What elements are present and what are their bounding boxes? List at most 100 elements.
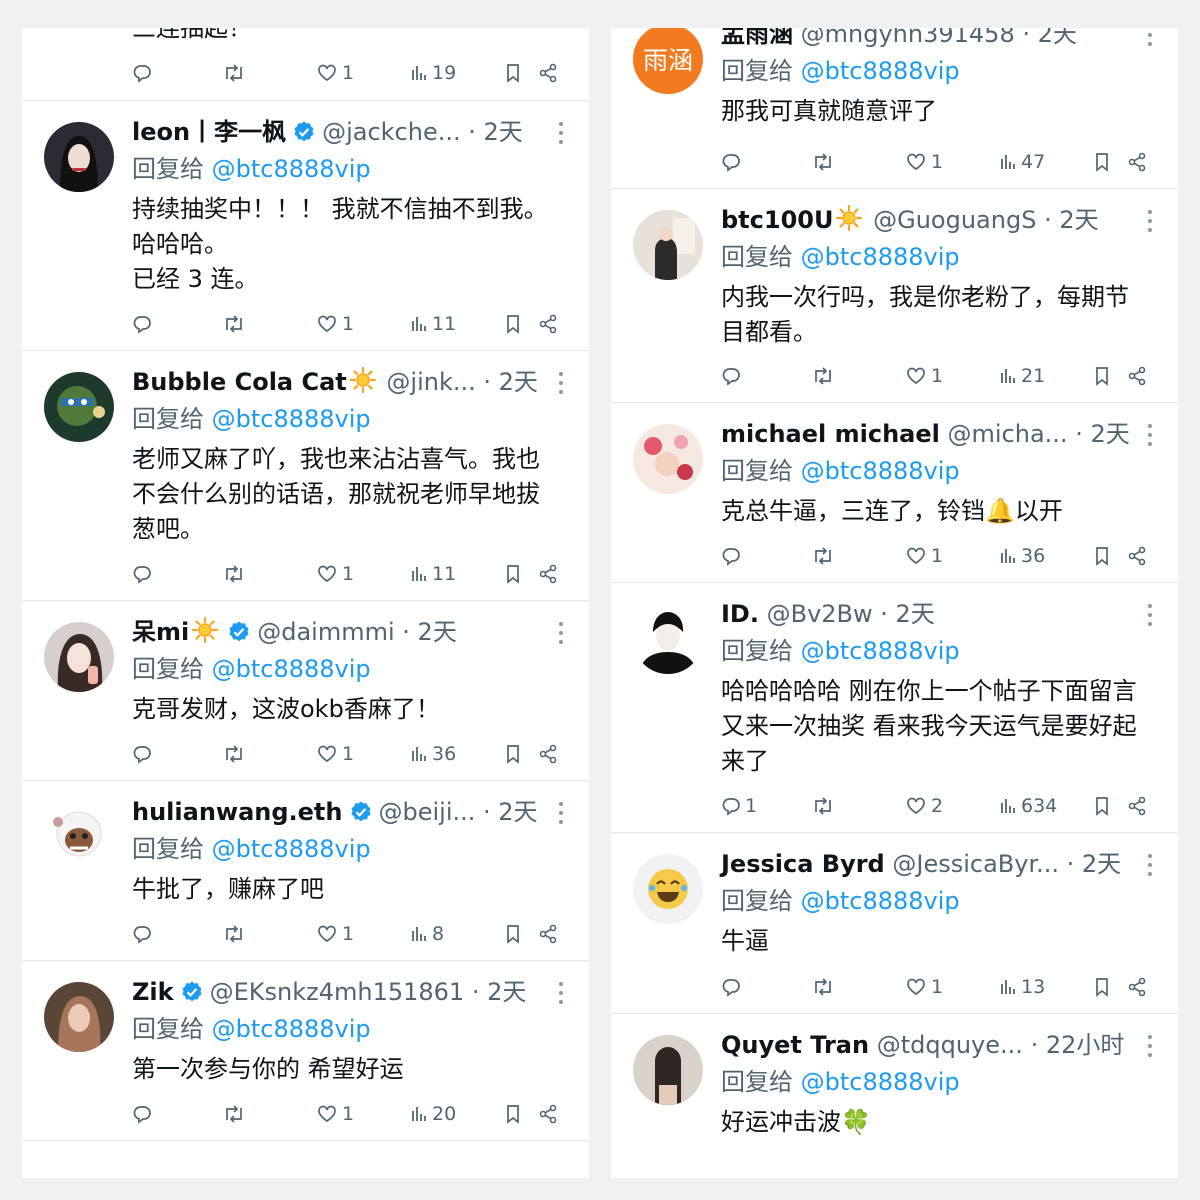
timestamp[interactable]: · 2天 [1022, 28, 1077, 48]
like-button[interactable]: 1 [316, 1100, 354, 1128]
user-handle[interactable]: @jink... [386, 368, 475, 396]
display-name[interactable]: hulianwang.eth [132, 798, 343, 826]
share-button[interactable] [1127, 973, 1147, 1001]
retweet-button[interactable] [811, 792, 835, 820]
share-button[interactable] [538, 920, 558, 948]
reply-button[interactable] [132, 920, 152, 948]
tweet-reply[interactable]: Zik @EKsnkz4mh151861 · 2天 回复给 @btc8888vip… [22, 960, 589, 1141]
display-name[interactable]: michael michael [721, 420, 940, 448]
retweet-button[interactable] [811, 362, 835, 390]
tweet-reply[interactable]: Bubble Cola Cat @jink... · 2天 回复给 @btc88… [22, 350, 589, 601]
views-button[interactable]: 11 [410, 560, 456, 588]
more-options-button[interactable] [557, 120, 565, 146]
avatar[interactable]: 雨涵 [633, 28, 703, 94]
display-name[interactable]: ID. [721, 600, 759, 628]
retweet-button[interactable] [222, 310, 246, 338]
bookmark-button[interactable] [1093, 542, 1111, 570]
reply-button[interactable] [721, 542, 741, 570]
user-handle[interactable]: @Bv2Bw [767, 600, 873, 628]
tweet-reply[interactable]: hulianwang.eth @beiji... · 2天 回复给 @btc888… [22, 780, 589, 961]
reply-button[interactable] [132, 59, 152, 87]
share-button[interactable] [538, 310, 558, 338]
timestamp[interactable]: · 2天 [472, 978, 527, 1006]
tweet-reply[interactable]: 雨涵 孟雨涵 @mngyhn391458 · 2天 回复给 @btc8888vi… [611, 28, 1178, 189]
bookmark-button[interactable] [504, 740, 522, 768]
views-button[interactable]: 20 [410, 1100, 456, 1128]
share-button[interactable] [538, 1100, 558, 1128]
share-button[interactable] [538, 740, 558, 768]
share-button[interactable] [538, 59, 558, 87]
reply-to-handle[interactable]: @btc8888vip [212, 1015, 371, 1043]
like-button[interactable]: 1 [905, 362, 943, 390]
tweet-partial[interactable]: 三连抽起！ 1 19 [22, 28, 589, 101]
user-handle[interactable]: @jackche... [322, 118, 461, 146]
display-name[interactable]: 呆mi [132, 618, 189, 646]
share-button[interactable] [1127, 362, 1147, 390]
reply-to-handle[interactable]: @btc8888vip [801, 57, 960, 85]
views-button[interactable]: 36 [410, 740, 456, 768]
more-options-button[interactable] [557, 800, 565, 826]
share-button[interactable] [1127, 542, 1147, 570]
display-name[interactable]: Quyet Tran [721, 1031, 869, 1059]
timestamp[interactable]: · 2天 [880, 600, 935, 628]
views-button[interactable]: 634 [999, 792, 1057, 820]
avatar[interactable] [633, 854, 703, 924]
timestamp[interactable]: · 2天 [1044, 206, 1099, 234]
bookmark-button[interactable] [504, 310, 522, 338]
tweet-reply[interactable]: btc100U @GuoguangS · 2天 回复给 @btc8888vip … [611, 188, 1178, 403]
bookmark-button[interactable] [504, 1100, 522, 1128]
more-options-button[interactable] [1146, 208, 1154, 234]
more-options-button[interactable] [1146, 1033, 1154, 1059]
reply-to-handle[interactable]: @btc8888vip [212, 155, 371, 183]
reply-button[interactable] [132, 560, 152, 588]
avatar[interactable] [44, 372, 114, 442]
more-options-button[interactable] [1146, 422, 1154, 448]
share-button[interactable] [1127, 792, 1147, 820]
retweet-button[interactable] [222, 560, 246, 588]
views-button[interactable]: 11 [410, 310, 456, 338]
tweet-reply[interactable]: 呆mi @daimmmi · 2天 回复给 @btc8888vip 克哥发财，这波… [22, 600, 589, 781]
timestamp[interactable]: · 2天 [402, 618, 457, 646]
like-button[interactable]: 1 [316, 560, 354, 588]
retweet-button[interactable] [222, 740, 246, 768]
reply-button[interactable] [721, 362, 741, 390]
avatar[interactable] [44, 802, 114, 872]
reply-button[interactable] [721, 973, 741, 1001]
bookmark-button[interactable] [1093, 973, 1111, 1001]
display-name[interactable]: btc100U [721, 206, 833, 234]
views-button[interactable]: 8 [410, 920, 444, 948]
like-button[interactable]: 1 [905, 973, 943, 1001]
bookmark-button[interactable] [504, 59, 522, 87]
avatar[interactable] [633, 604, 703, 674]
retweet-button[interactable] [222, 59, 246, 87]
share-button[interactable] [1127, 148, 1147, 176]
views-button[interactable]: 36 [999, 542, 1045, 570]
user-handle[interactable]: @JessicaByr... [892, 850, 1059, 878]
retweet-button[interactable] [222, 1100, 246, 1128]
reply-to-handle[interactable]: @btc8888vip [801, 457, 960, 485]
avatar[interactable] [633, 424, 703, 494]
views-button[interactable]: 21 [999, 362, 1045, 390]
tweet-reply[interactable]: michael michael @micha... · 2天 回复给 @btc8… [611, 402, 1178, 583]
like-button[interactable]: 1 [905, 148, 943, 176]
reply-to-handle[interactable]: @btc8888vip [212, 655, 371, 683]
tweet-reply[interactable]: ID. @Bv2Bw · 2天 回复给 @btc8888vip 哈哈哈哈哈 刚在… [611, 582, 1178, 833]
like-button[interactable]: 1 [316, 59, 354, 87]
reply-to-handle[interactable]: @btc8888vip [801, 243, 960, 271]
like-button[interactable]: 2 [905, 792, 943, 820]
retweet-button[interactable] [222, 920, 246, 948]
like-button[interactable]: 1 [316, 310, 354, 338]
bookmark-button[interactable] [504, 560, 522, 588]
reply-to-handle[interactable]: @btc8888vip [212, 405, 371, 433]
display-name[interactable]: Bubble Cola Cat [132, 368, 347, 396]
reply-to-handle[interactable]: @btc8888vip [212, 835, 371, 863]
retweet-button[interactable] [811, 542, 835, 570]
more-options-button[interactable] [557, 620, 565, 646]
timestamp[interactable]: · 2天 [1075, 420, 1130, 448]
bookmark-button[interactable] [1093, 148, 1111, 176]
views-button[interactable]: 19 [410, 59, 456, 87]
like-button[interactable]: 1 [905, 542, 943, 570]
reply-to-handle[interactable]: @btc8888vip [801, 1068, 960, 1096]
tweet-reply[interactable]: Quyet Tran @tdqquye... · 22小时 回复给 @btc88… [611, 1013, 1178, 1178]
more-options-button[interactable] [1146, 28, 1154, 48]
